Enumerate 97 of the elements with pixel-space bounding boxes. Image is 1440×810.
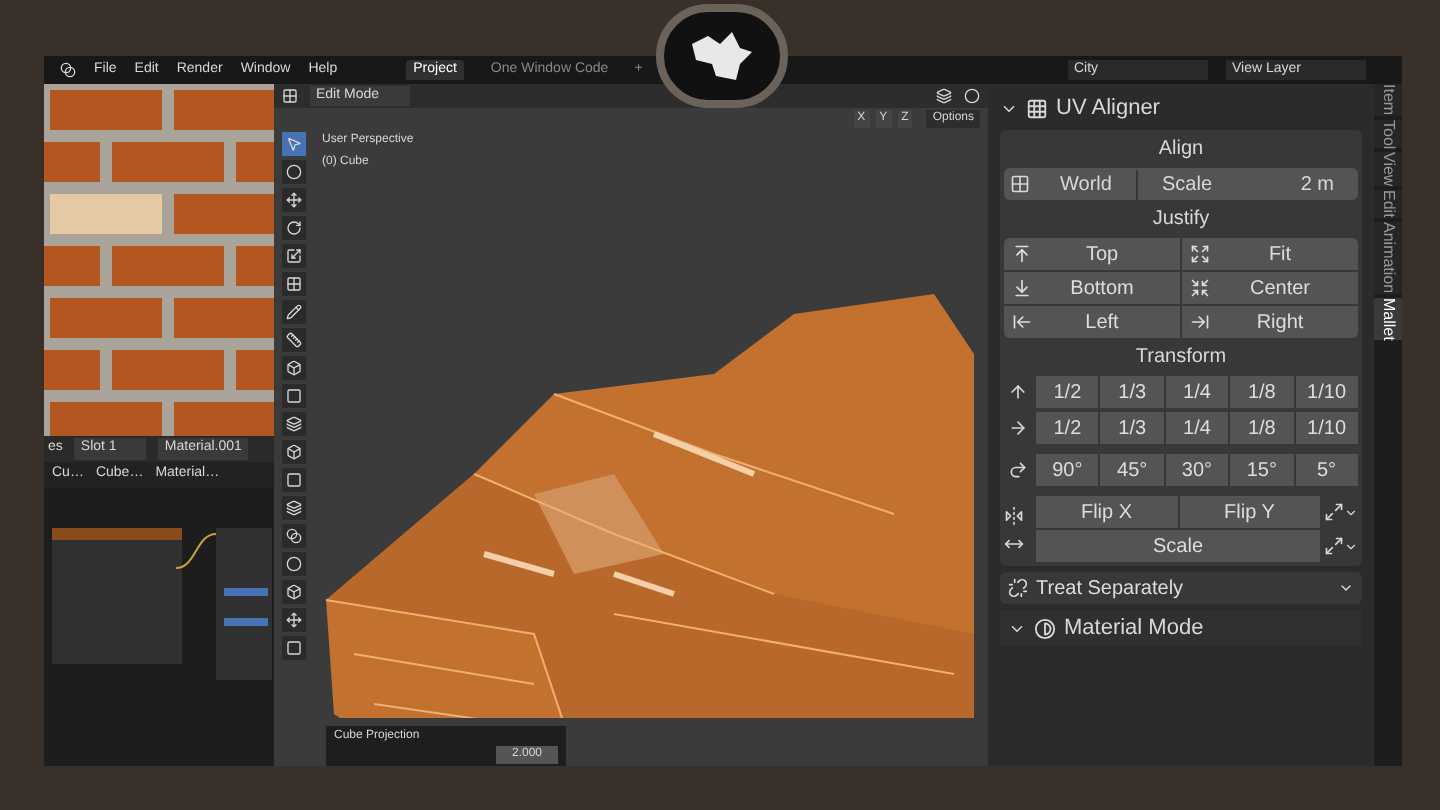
pencil-icon xyxy=(286,304,302,320)
section-heading: Justify xyxy=(1152,206,1210,234)
cube-icon xyxy=(286,444,302,460)
transform-button[interactable]: 1/4 xyxy=(1165,412,1229,444)
dropdown-chevron-icon xyxy=(1338,580,1354,596)
layers-icon xyxy=(286,416,302,432)
ruler-icon xyxy=(286,332,302,348)
broken-link-icon xyxy=(1008,578,1028,598)
move-icon xyxy=(286,612,302,628)
mirror-icon xyxy=(1004,505,1024,525)
panel-title: Material Mode xyxy=(1064,613,1204,644)
transform-button[interactable]: 1/2 xyxy=(1036,412,1099,444)
transform-button[interactable]: 15° xyxy=(1230,454,1294,486)
align-bottom-icon xyxy=(1012,278,1032,298)
diagonal-arrow-icon xyxy=(1324,502,1344,522)
align-top-icon xyxy=(1012,244,1032,264)
transform-button[interactable]: 1/10 xyxy=(1295,376,1358,408)
transform-button[interactable]: 1/8 xyxy=(1230,412,1294,444)
diagonal-arrow-icon xyxy=(1324,536,1344,556)
flip-button[interactable]: Flip Y xyxy=(1179,496,1320,528)
scale-button[interactable]: Scale xyxy=(1036,530,1320,562)
tool-button[interactable] xyxy=(282,468,306,492)
transform-button[interactable]: 90° xyxy=(1036,454,1099,486)
dropdown-chevron-icon xyxy=(1344,539,1358,553)
tool-button[interactable] xyxy=(282,440,306,464)
cursor-icon xyxy=(286,164,302,180)
square-icon xyxy=(286,388,302,404)
circle-icon xyxy=(286,556,302,572)
transform-button[interactable]: 1/10 xyxy=(1295,412,1358,444)
shaded-sphere-icon xyxy=(1034,617,1056,639)
blend-icon xyxy=(286,528,302,544)
transform-button[interactable]: 30° xyxy=(1165,454,1229,486)
justify-button[interactable]: Right xyxy=(1182,306,1358,338)
tool-button[interactable] xyxy=(282,328,306,352)
tool-button[interactable] xyxy=(282,216,306,240)
cube-icon xyxy=(286,360,302,376)
tool-button[interactable] xyxy=(282,300,306,324)
transform-button[interactable]: 1/3 xyxy=(1100,412,1164,444)
section-heading: Transform xyxy=(1135,344,1227,372)
field-label: Scale xyxy=(1162,171,1213,199)
cube-icon xyxy=(286,584,302,600)
grid-icon xyxy=(1026,97,1048,119)
tool-button[interactable] xyxy=(282,496,306,520)
tool-button[interactable] xyxy=(282,412,306,436)
sidebar-tab[interactable]: Animation xyxy=(1374,222,1402,294)
square-icon xyxy=(286,640,302,656)
tool-button[interactable] xyxy=(282,244,306,268)
scale-icon xyxy=(286,248,302,264)
justify-button[interactable]: Top xyxy=(1004,238,1180,270)
sidebar-tab[interactable]: Edit xyxy=(1374,190,1402,219)
shading-icon[interactable] xyxy=(936,88,952,104)
tool-button[interactable] xyxy=(282,160,306,184)
rotate-icon xyxy=(286,220,302,236)
select-icon xyxy=(286,136,302,152)
transform-button[interactable]: 1/3 xyxy=(1100,376,1164,408)
section-heading: Align xyxy=(1158,136,1204,164)
app-logo-icon xyxy=(60,62,76,78)
transform-button[interactable]: 1/2 xyxy=(1036,376,1099,408)
justify-button[interactable]: Bottom xyxy=(1004,272,1180,304)
tool-button[interactable] xyxy=(282,608,306,632)
tool-button[interactable] xyxy=(282,524,306,548)
field-value: 2 m xyxy=(1300,171,1334,199)
align-left-icon xyxy=(1012,312,1032,332)
justify-button[interactable]: Left xyxy=(1004,306,1180,338)
transform-button[interactable]: 1/4 xyxy=(1165,376,1229,408)
solid-shading-icon[interactable] xyxy=(964,88,980,104)
creature-logo-icon xyxy=(688,28,756,84)
tool-button[interactable] xyxy=(282,552,306,576)
expand-icon xyxy=(1190,244,1210,264)
checker-icon xyxy=(1010,174,1030,194)
transform-button[interactable]: 45° xyxy=(1100,454,1164,486)
sidebar-tab[interactable]: Mallet xyxy=(1374,297,1402,341)
tool-button[interactable] xyxy=(282,188,306,212)
tool-button[interactable] xyxy=(282,384,306,408)
treat-separately-dropdown[interactable]: Treat Separately xyxy=(1000,572,1362,604)
justify-button[interactable]: Center xyxy=(1182,272,1358,304)
flip-button[interactable]: Flip X xyxy=(1036,496,1177,528)
align-right-icon xyxy=(1190,312,1210,332)
transform-button[interactable]: 1/8 xyxy=(1230,376,1294,408)
sidebar-tab[interactable]: View xyxy=(1374,152,1402,187)
tool-button[interactable] xyxy=(282,580,306,604)
tool-button[interactable] xyxy=(282,636,306,660)
justify-button[interactable]: Fit xyxy=(1182,238,1358,270)
square-icon xyxy=(286,472,302,488)
sidebar-tab[interactable]: Item xyxy=(1374,84,1402,116)
scale-field[interactable]: Scale 2 m xyxy=(1136,169,1358,199)
sidebar-tab[interactable]: Tool xyxy=(1374,119,1402,149)
panel-title: UV Aligner xyxy=(1056,93,1160,124)
transform-button[interactable]: 5° xyxy=(1295,454,1358,486)
move-icon xyxy=(286,192,302,208)
tool-button[interactable] xyxy=(282,272,306,296)
layers-icon xyxy=(286,500,302,516)
space-dropdown[interactable]: World xyxy=(1036,169,1136,199)
tool-button[interactable] xyxy=(282,356,306,380)
shrink-icon xyxy=(1190,278,1210,298)
dropdown-chevron-icon xyxy=(1344,505,1358,519)
editor-type-icon[interactable] xyxy=(282,88,298,104)
